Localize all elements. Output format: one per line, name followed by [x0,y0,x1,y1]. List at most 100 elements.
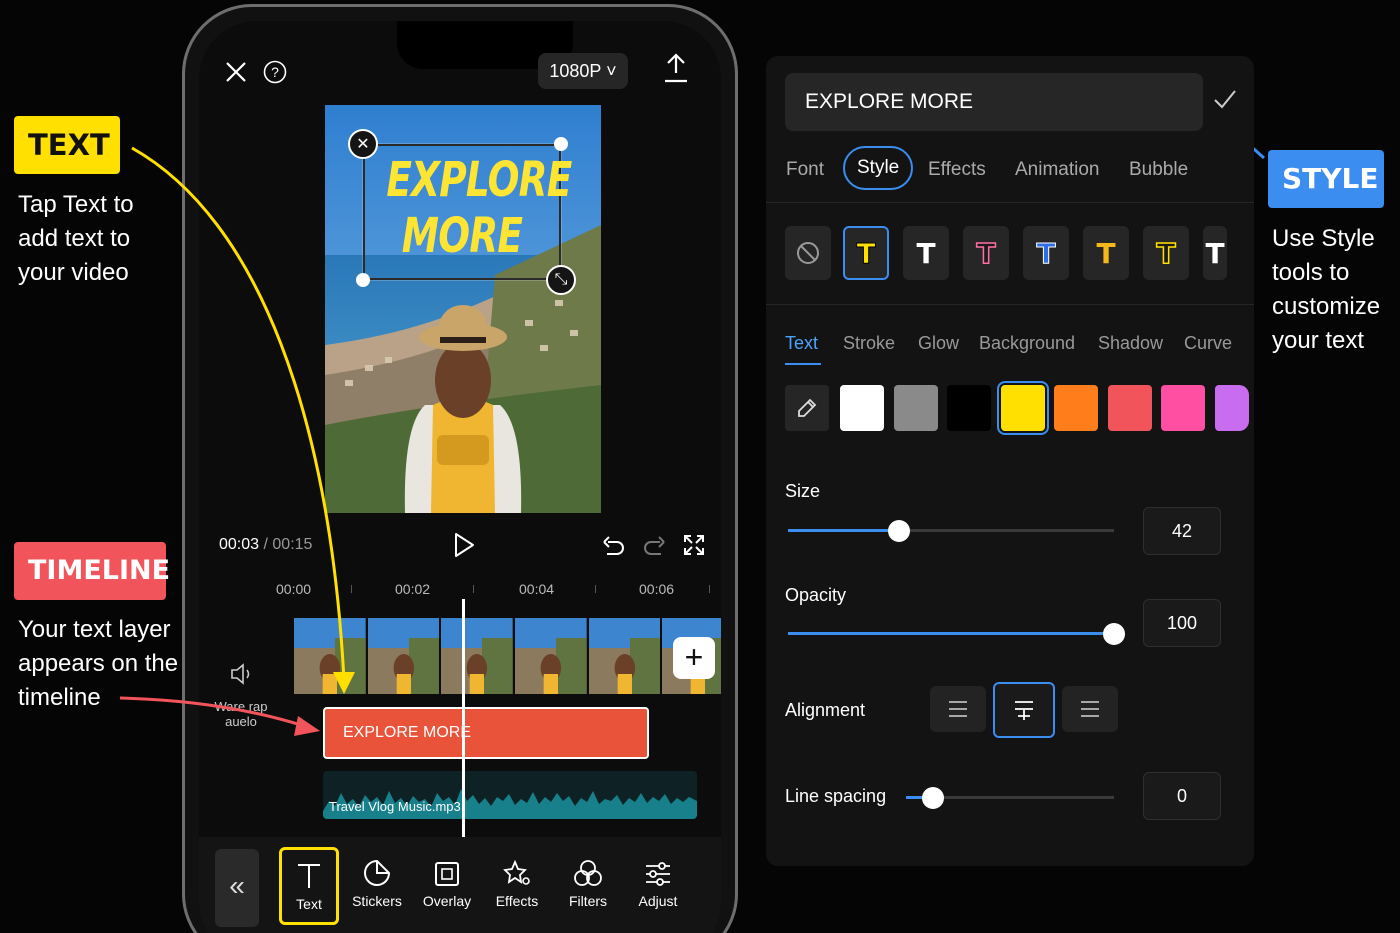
tool-overlay[interactable]: Overlay [417,847,477,925]
overlay-icon [417,847,477,887]
tool-label: Stickers [352,893,402,909]
tool-label: Adjust [638,893,678,909]
tool-label: Filters [568,893,608,909]
style-tabs: Font Style Effects Animation Bubble [766,146,1254,202]
overlay-line-2: MORE [401,208,523,264]
ruler-mark: 00:06 [639,581,675,597]
tab-font[interactable]: Font [786,159,824,181]
tab-style[interactable]: Style [843,146,914,190]
export-upload-icon[interactable] [661,53,691,83]
ruler-tick [473,585,474,593]
tool-filters[interactable]: Filters [558,847,618,925]
tab-animation[interactable]: Animation [1015,159,1100,181]
sticker-icon [347,847,407,887]
overlay-line-1: EXPLORE [386,152,572,208]
close-icon[interactable] [221,57,251,87]
playhead[interactable] [462,599,465,839]
alignment-label: Alignment [785,700,866,720]
clip-thumbnail [515,618,587,694]
subtab-shadow[interactable]: Shadow [1098,333,1163,354]
size-label: Size [785,481,821,501]
tab-bubble[interactable]: Bubble [1129,159,1188,181]
tool-adjust[interactable]: Adjust [628,847,688,925]
speaker-icon[interactable] [227,659,257,689]
subtab-curve[interactable]: Curve [1184,333,1232,354]
color-swatch[interactable] [1054,385,1098,431]
preset-yellow-stroke[interactable]: T [1143,226,1189,280]
bottom-toolbar: « Text Stickers Overlay Effects Filters [199,837,721,933]
line-spacing-slider-knob[interactable] [922,787,944,809]
subtab-underline [785,363,821,365]
clip-thumbnail [294,618,366,694]
tool-effects[interactable]: Effects [487,847,547,925]
collapse-toolbar-button[interactable]: « [215,849,259,927]
opacity-value[interactable]: 100 [1143,599,1221,647]
tool-text[interactable]: Text [279,847,339,925]
ruler-mark: 00:04 [519,581,555,597]
add-clip-button[interactable]: + [673,637,715,679]
editor-screen: ? 1080P ˅ EXPLORE MORE ✕ ⤡ 00:03 / 00:15… [199,21,721,933]
delete-text-handle[interactable]: ✕ [348,129,378,159]
resolution-selector[interactable]: 1080P ˅ [538,53,628,89]
line-spacing-value[interactable]: 0 [1143,772,1221,820]
subtab-stroke[interactable]: Stroke [843,333,895,354]
align-center-button[interactable] [993,682,1055,738]
align-left-button[interactable] [930,686,986,732]
subtab-glow[interactable]: Glow [918,333,959,354]
tool-label: Effects [495,893,539,909]
divider [766,304,1254,305]
color-swatch[interactable] [893,385,938,431]
preset-blue-outline[interactable]: T [1023,226,1069,280]
ruler-tick [595,585,596,593]
text-input[interactable]: EXPLORE MORE [785,73,1203,131]
eyedropper-icon[interactable] [785,385,829,431]
preset-white[interactable]: T [903,226,949,280]
tool-label: Text [296,896,322,912]
music-clip-label: Travel Vlog Music.mp3 [329,799,461,814]
undo-icon[interactable] [599,529,629,561]
phone-frame: ? 1080P ˅ EXPLORE MORE ✕ ⤡ 00:03 / 00:15… [182,4,738,933]
text-callout-tag: TEXT [14,116,120,174]
music-clip[interactable]: Travel Vlog Music.mp3 [323,771,697,819]
preset-none[interactable] [785,226,831,280]
size-value[interactable]: 42 [1143,507,1221,555]
style-panel: EXPLORE MORE Font Style Effects Animatio… [766,56,1254,866]
color-swatch[interactable] [947,385,991,431]
opacity-slider-knob[interactable] [1103,623,1125,645]
preset-yellow-outline[interactable]: T [843,226,889,280]
tab-effects[interactable]: Effects [928,159,986,181]
color-swatch[interactable] [1214,385,1249,431]
clip-thumbnail [441,618,514,694]
fullscreen-icon[interactable] [679,529,709,561]
checkmark-icon[interactable] [1212,86,1242,116]
help-icon[interactable]: ? [260,57,290,87]
play-icon[interactable] [449,529,479,561]
style-callout-description: Use Style tools to customize your text [1272,225,1381,354]
tool-stickers[interactable]: Stickers [347,847,407,925]
subtab-background[interactable]: Background [979,333,1075,354]
size-slider-fill [788,529,899,532]
preset-gold[interactable]: T [1083,226,1129,280]
timeline-callout-description: Your text layer appears on the timeline [18,616,179,711]
color-swatch[interactable] [996,381,1049,435]
color-swatch[interactable] [1107,385,1152,431]
text-layer-clip[interactable]: EXPLORE MORE [323,707,649,759]
ruler-mark: 00:02 [395,581,431,597]
color-swatch[interactable] [840,385,884,431]
video-clip-track[interactable] [294,618,721,694]
opacity-label: Opacity [785,585,847,605]
tool-label: Overlay [422,893,472,909]
rotate-scale-handle[interactable]: ⤡ [546,265,576,295]
color-swatch[interactable] [1161,385,1205,431]
preset-partial[interactable]: T [1203,226,1227,280]
timeline-callout-tag: TIMELINE [14,542,170,600]
resize-handle-bottom-left[interactable] [356,273,370,287]
clip-thumbnail [367,618,440,694]
resize-handle-top-right[interactable] [554,137,568,151]
align-right-button[interactable] [1062,686,1118,732]
text-overlay-box[interactable]: EXPLORE MORE [362,143,572,281]
size-slider-knob[interactable] [888,520,910,542]
subtab-text[interactable]: Text [785,333,818,354]
preset-pink-outline[interactable]: T [963,226,1009,280]
redo-icon[interactable] [639,529,669,561]
